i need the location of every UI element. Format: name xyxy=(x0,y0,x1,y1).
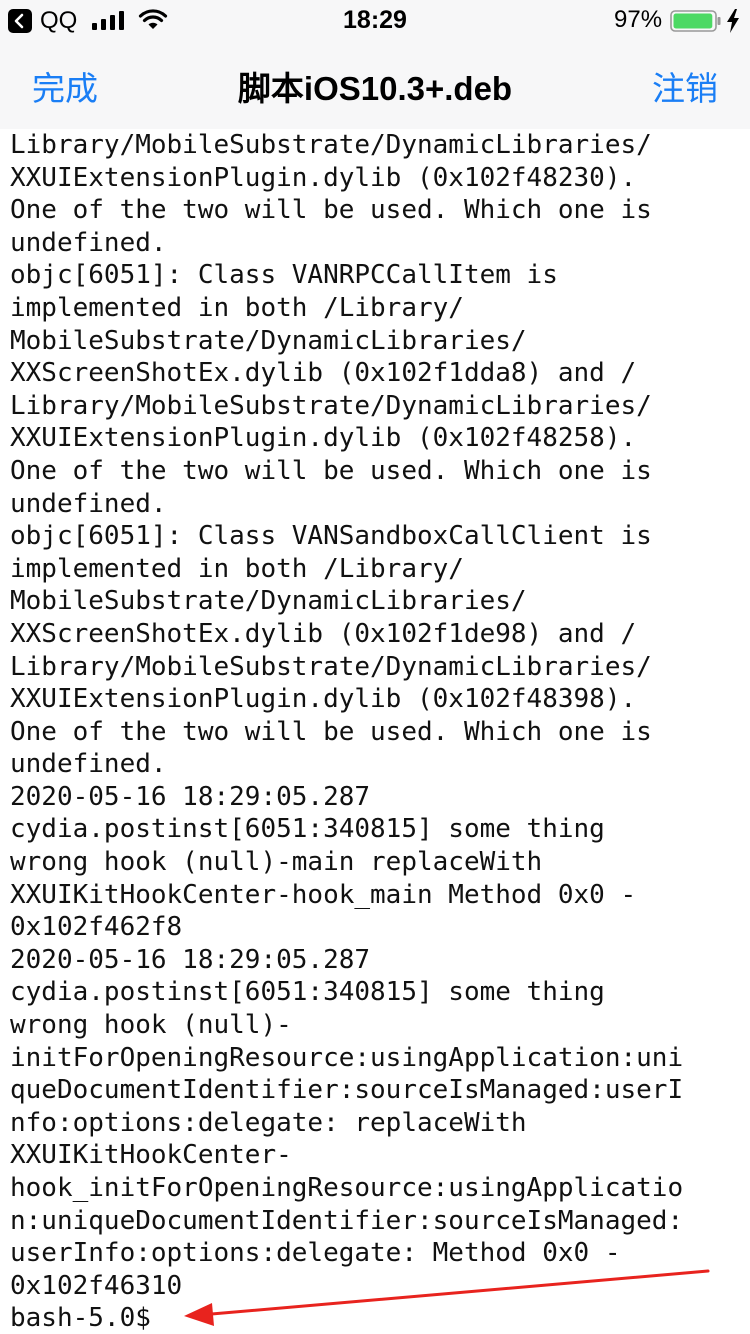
annotation-arrow-icon xyxy=(184,1269,710,1326)
